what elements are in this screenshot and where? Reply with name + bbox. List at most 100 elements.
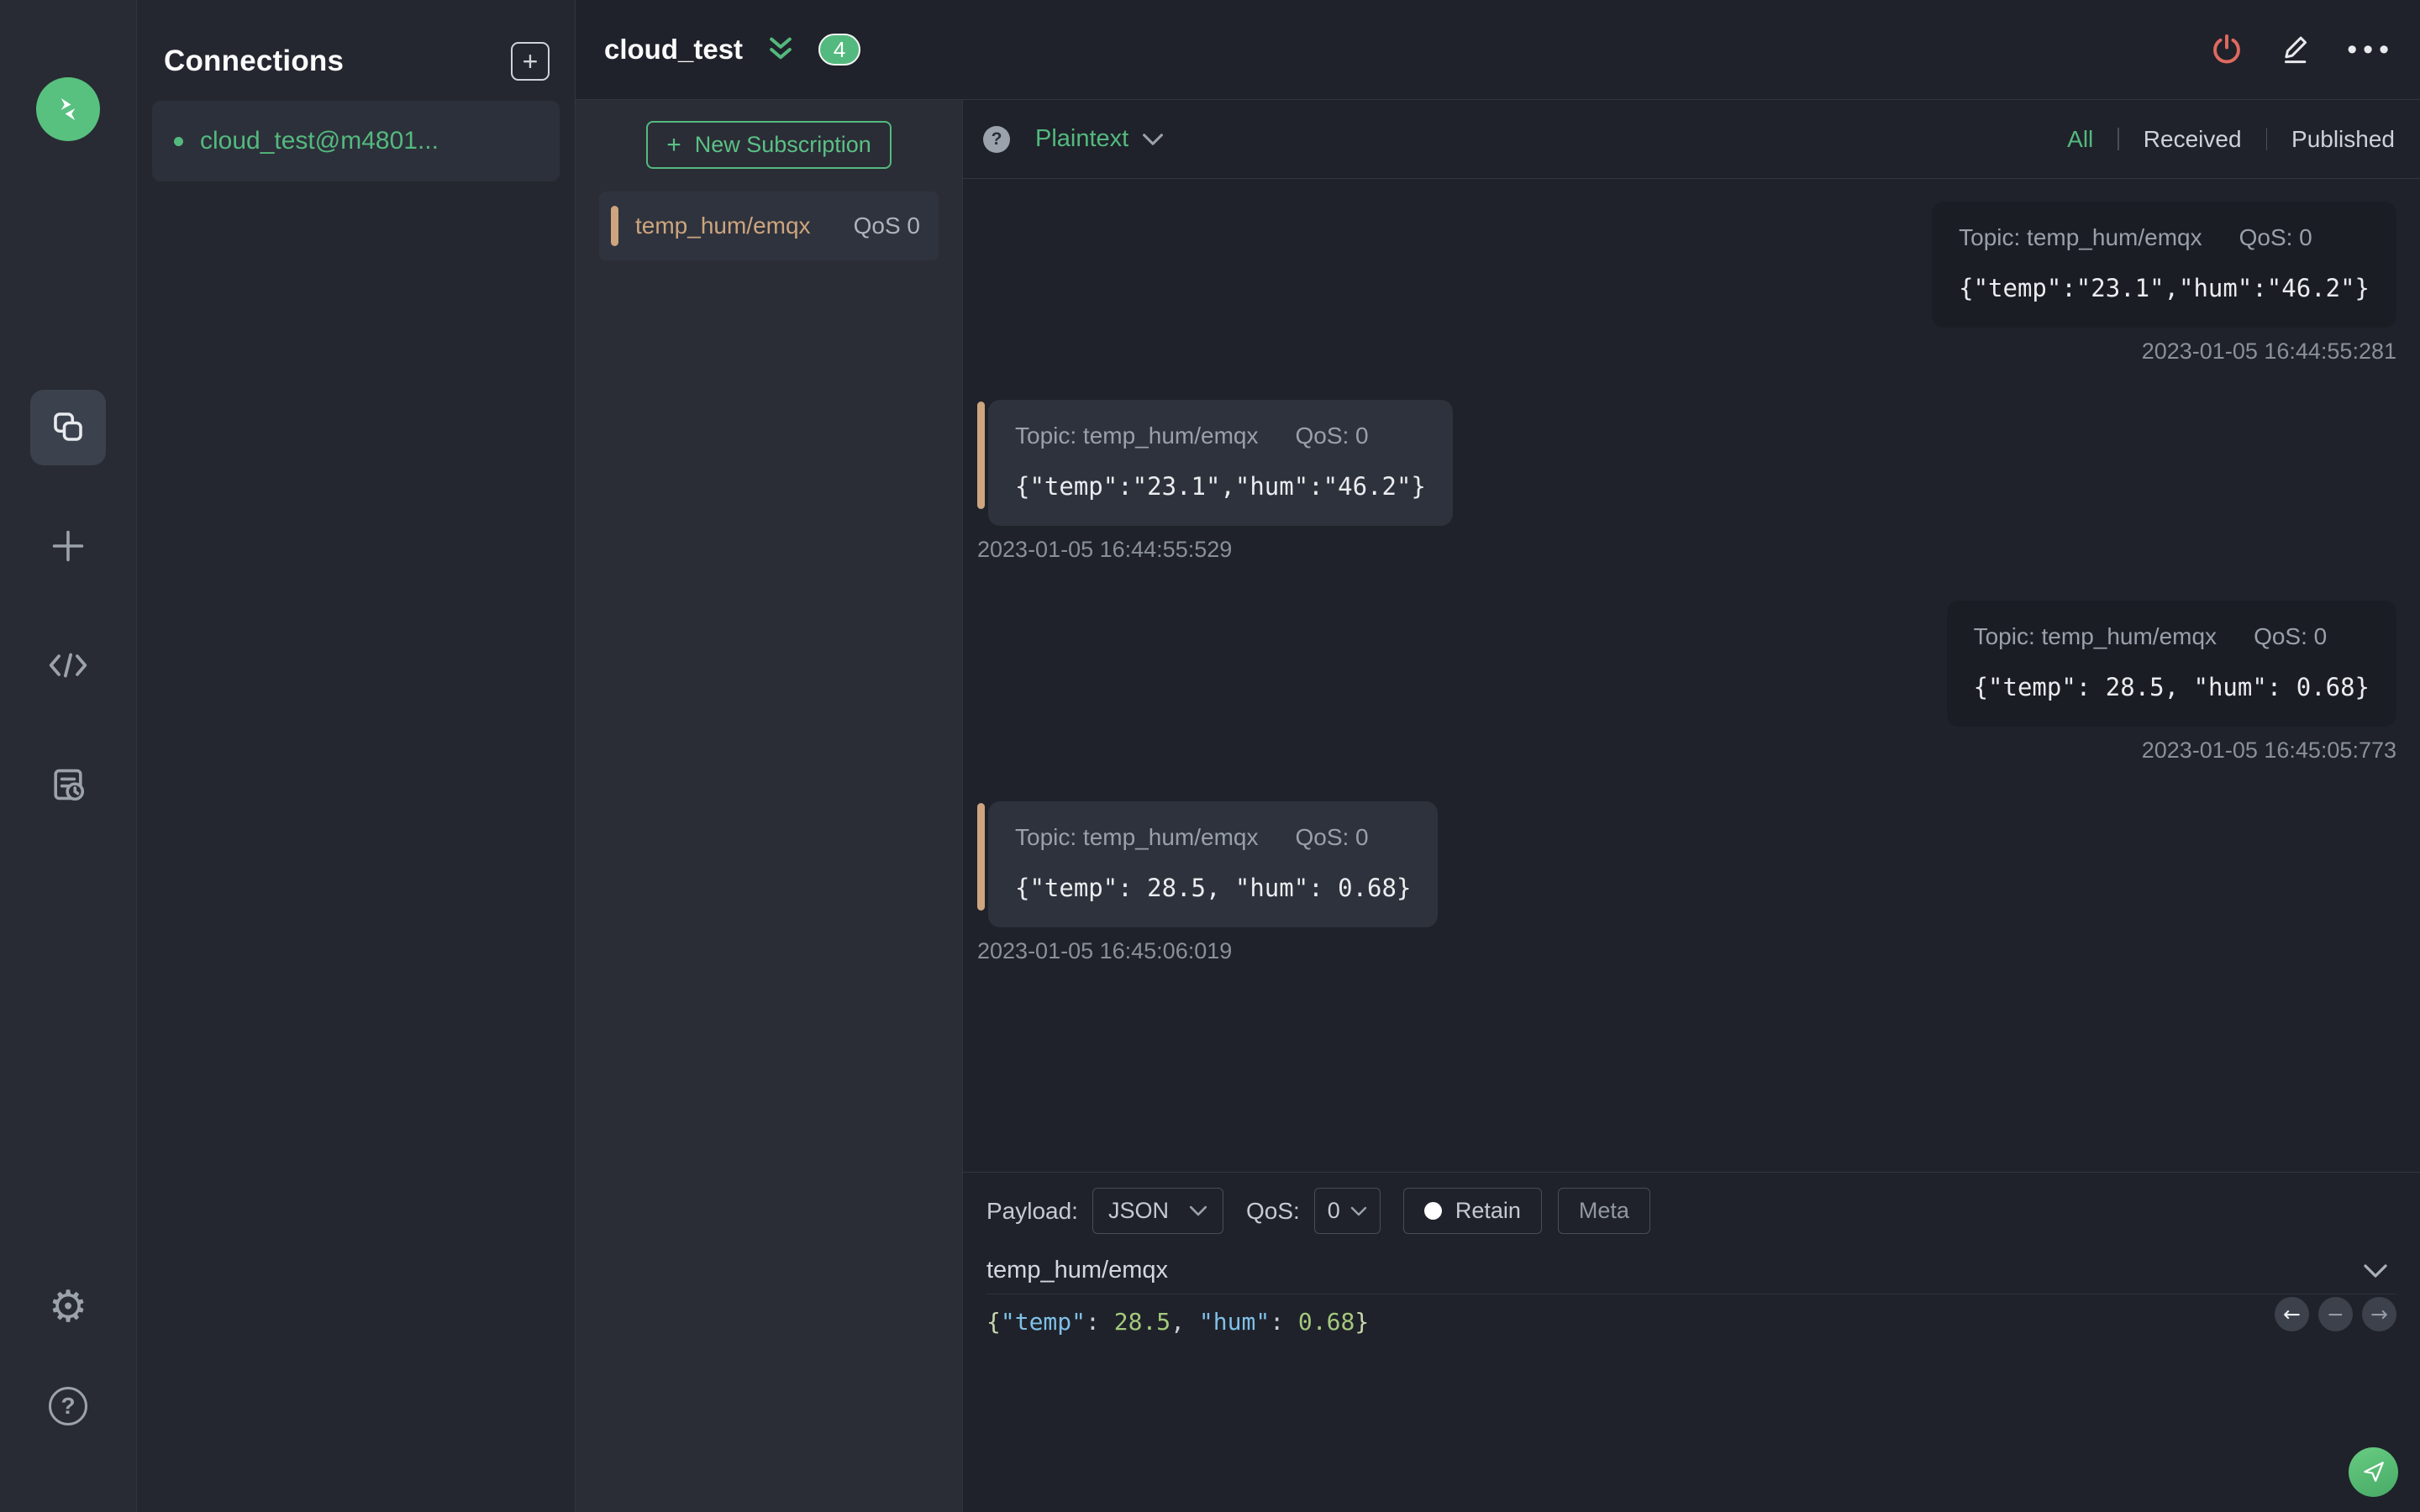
qos-label: QoS: [1245,1197,1300,1224]
connections-panel-header: Connections + [137,0,575,99]
help-icon: ? [49,1387,87,1425]
message-received: Topic: temp_hum/emqx QoS: 0 {"temp": 28.… [977,801,2396,964]
nav-script-button[interactable] [30,628,106,704]
subscription-color-bar [611,206,618,246]
payload-editor[interactable]: {"temp": 28.5, "hum": 0.68} [986,1308,2396,1336]
message-bubble[interactable]: Topic: temp_hum/emqx QoS: 0 {"temp": 28.… [1946,601,2396,727]
message-list[interactable]: Topic: temp_hum/emqx QoS: 0 {"temp":"23.… [963,179,2420,1172]
message-payload: {"temp":"23.1","hum":"46.2"} [1015,472,1426,501]
plus-icon [49,527,87,568]
message-qos: QoS: 0 [2254,623,2328,649]
activity-nav-bottom: ⚙ ? [43,1282,93,1512]
header-actions: ••• [2209,31,2395,69]
edit-connection-button[interactable] [2280,33,2312,67]
connected-status-dot [174,136,183,146]
add-connection-button[interactable]: + [511,42,550,81]
payload-token: } [1355,1308,1370,1336]
topic-input[interactable]: temp_hum/emqx [986,1247,2396,1294]
message-bubble[interactable]: Topic: temp_hum/emqx QoS: 0 {"temp":"23.… [988,400,1453,526]
connection-list-item[interactable]: cloud_test@m4801... [152,101,560,181]
filter-separator [2118,128,2119,150]
payload-token: "hum" [1198,1308,1270,1336]
message-qos: QoS: 0 [1295,423,1369,449]
message-color-bar [977,402,985,509]
connections-panel: Connections + cloud_test@m4801... [137,0,576,1512]
mqttx-window: ⚙ ? Connections + cloud_test@m4801... cl… [0,0,2420,1512]
activity-bar: ⚙ ? [0,0,137,1512]
meta-button[interactable]: Meta [1557,1188,1650,1234]
message-payload: {"temp": 28.5, "hum": 0.68} [1973,673,2370,701]
new-subscription-button[interactable]: + New Subscription [646,121,892,169]
topic-value: temp_hum/emqx [986,1257,1168,1284]
connection-name: cloud_test@m4801... [200,127,439,155]
send-icon [2361,1458,2386,1486]
message-payload: {"temp": 28.5, "hum": 0.68} [1015,874,1412,902]
filter-all[interactable]: All [2067,126,2093,153]
payload-token: { [986,1308,1001,1336]
chevron-down-icon [1350,1206,1367,1215]
history-prev-button[interactable]: ← [2275,1297,2309,1331]
nav-new-connection-button[interactable] [30,509,106,585]
history-next-button[interactable]: → [2362,1297,2396,1331]
message-bubble[interactable]: Topic: temp_hum/emqx QoS: 0 {"temp": 28.… [988,801,1439,927]
send-button[interactable] [2349,1447,2398,1497]
power-icon [2209,31,2244,69]
message-qos: QoS: 0 [1295,824,1369,850]
disconnect-button[interactable] [2209,31,2244,69]
connections-icon [50,409,86,447]
message-timestamp: 2023-01-05 16:44:55:281 [2141,339,2396,364]
connections-title: Connections [164,45,345,77]
filter-received[interactable]: Received [2144,126,2242,153]
message-timestamp: 2023-01-05 16:45:05:773 [2141,738,2396,763]
payload-token: "temp" [1000,1308,1086,1336]
payload-token: 28.5 [1113,1308,1171,1336]
subscriptions-column: + New Subscription temp_hum/emqx QoS 0 [576,100,963,1512]
message-topic: Topic: temp_hum/emqx [1973,623,2217,649]
code-icon [47,648,89,685]
history-clear-button[interactable]: − [2318,1297,2353,1331]
unread-count-badge: 4 [818,34,861,66]
message-filters: All Received Published [2067,126,2395,153]
settings-button[interactable]: ⚙ [43,1282,93,1332]
subscription-item[interactable]: temp_hum/emqx QoS 0 [599,192,939,260]
message-history-nav: ← − → [2275,1297,2396,1331]
chevron-down-icon [1143,133,1164,145]
content-area: + New Subscription temp_hum/emqx QoS 0 ?… [576,100,2420,1512]
more-options-button[interactable]: ••• [2347,35,2395,64]
message-received: Topic: temp_hum/emqx QoS: 0 {"temp":"23.… [977,400,2396,563]
message-color-bar [977,803,985,911]
nav-connections-button[interactable] [30,390,106,465]
collapse-editor-icon[interactable] [2363,1263,2388,1279]
message-qos: QoS: 0 [2238,224,2312,250]
main-area: cloud_test 4 ••• + New Subscription temp… [576,0,2420,1512]
qos-value: 0 [1327,1198,1340,1223]
payload-token: 0.68 [1297,1308,1355,1336]
payload-token: : [1270,1308,1298,1336]
message-bubble[interactable]: Topic: temp_hum/emqx QoS: 0 {"temp":"23.… [1932,202,2396,328]
chevron-down-icon [1189,1205,1207,1216]
payload-format-value: Plaintext [1035,125,1129,152]
chevron-down-icon [2364,1263,2387,1278]
help-button[interactable]: ? [43,1381,93,1431]
retain-toggle[interactable]: Retain [1402,1188,1542,1234]
payload-format-value: JSON [1107,1198,1169,1223]
activity-nav [30,390,106,823]
qos-select[interactable]: 0 [1313,1188,1381,1234]
message-timestamp: 2023-01-05 16:44:55:529 [977,537,1233,562]
format-help-icon[interactable]: ? [983,125,1010,153]
collapse-messages-icon[interactable] [765,35,797,64]
new-subscription-label: New Subscription [694,132,871,157]
payload-format-select[interactable]: JSON [1092,1188,1223,1234]
page-title: cloud_test [604,34,744,65]
payload-token: , [1171,1308,1199,1336]
payload-format-dropdown[interactable]: Plaintext [1035,125,1164,153]
payload-token: : [1086,1308,1114,1336]
nav-log-button[interactable] [30,748,106,823]
publish-panel: Payload: JSON QoS: 0 Retain Meta temp_hu… [963,1172,2420,1512]
filter-separator [2265,128,2268,150]
filter-published[interactable]: Published [2291,126,2395,153]
connection-header: cloud_test 4 ••• [576,0,2420,100]
subscription-qos: QoS 0 [853,213,920,239]
plus-icon: + [666,130,681,159]
plus-icon: + [522,46,539,76]
